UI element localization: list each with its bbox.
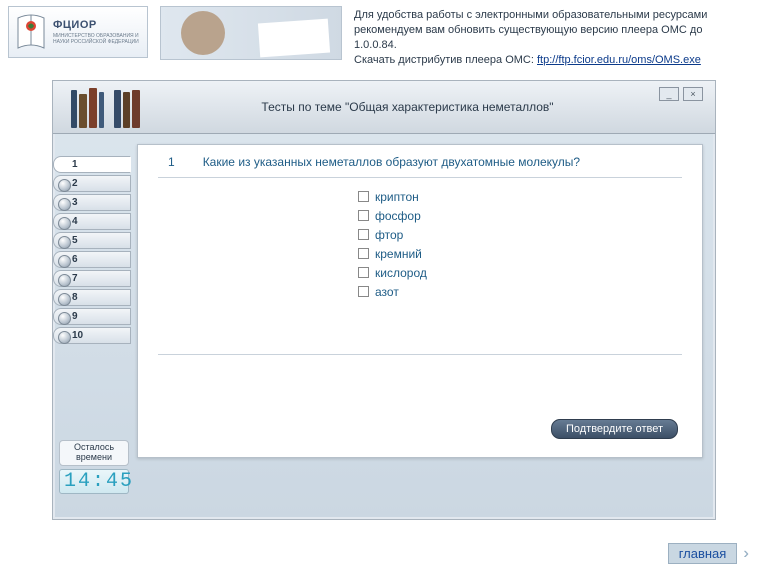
checkbox-icon[interactable] — [358, 191, 369, 202]
option-label: фосфор — [375, 209, 421, 223]
main-page-link[interactable]: главная ›› — [668, 543, 744, 564]
checkbox-icon[interactable] — [358, 286, 369, 297]
question-tab-10[interactable]: 10 — [53, 327, 131, 344]
tab-dot-icon — [58, 331, 71, 344]
main-link-label: главная — [668, 543, 738, 564]
timer-label: Осталось времени — [59, 440, 129, 466]
checkbox-icon[interactable] — [358, 248, 369, 259]
question-tab-1[interactable]: 1 — [53, 156, 131, 173]
minimize-icon[interactable]: _ — [659, 87, 679, 101]
question-tab-8[interactable]: 8 — [53, 289, 131, 306]
tab-dot-icon — [58, 255, 71, 268]
answer-options: криптон фосфор фтор кремний кислород азот — [358, 188, 702, 300]
question-tab-4[interactable]: 4 — [53, 213, 131, 230]
question-tab-5[interactable]: 5 — [53, 232, 131, 249]
book-icon — [15, 12, 47, 52]
close-icon[interactable]: × — [683, 87, 703, 101]
logo-acronym: ФЦИОР — [53, 20, 141, 31]
answer-option[interactable]: фтор — [358, 226, 702, 243]
answer-option[interactable]: кислород — [358, 264, 702, 281]
tab-dot-icon — [58, 198, 71, 211]
question-number: 1 — [168, 155, 175, 169]
question-tab-6[interactable]: 6 — [53, 251, 131, 268]
option-label: кремний — [375, 247, 422, 261]
download-link[interactable]: ftp://ftp.fcior.edu.ru/oms/OMS.exe — [537, 54, 701, 66]
confirm-answer-button[interactable]: Подтвердите ответ — [551, 419, 678, 439]
tab-dot-icon — [58, 217, 71, 230]
question-tabs: 1 2 3 4 5 6 7 8 9 10 — [53, 156, 131, 344]
notice-download-prefix: Скачать дистрибутив плеера ОМС: — [354, 54, 537, 66]
tab-dot-icon — [58, 236, 71, 249]
tab-dot-icon — [58, 179, 71, 192]
option-label: фтор — [375, 228, 403, 242]
question-tab-3[interactable]: 3 — [53, 194, 131, 211]
timer: Осталось времени 14:45 — [59, 440, 129, 494]
checkbox-icon[interactable] — [358, 229, 369, 240]
fcior-logo: ФЦИОР МИНИСТЕРСТВО ОБРАЗОВАНИЯ И НАУКИ Р… — [8, 6, 148, 58]
checkbox-icon[interactable] — [358, 210, 369, 221]
quiz-title: Тесты по теме "Общая характеристика неме… — [100, 100, 715, 114]
option-label: кислород — [375, 266, 427, 280]
question-text: Какие из указанных неметаллов образуют д… — [203, 155, 580, 169]
notice-text: Для удобства работы с электронными образ… — [354, 9, 707, 51]
chevron-right-icon: ›› — [743, 545, 744, 563]
header-thumbnail — [160, 6, 342, 60]
checkbox-icon[interactable] — [358, 267, 369, 278]
player-titlebar: Тесты по теме "Общая характеристика неме… — [53, 81, 715, 134]
answer-option[interactable]: азот — [358, 283, 702, 300]
update-notice: Для удобства работы с электронными образ… — [354, 8, 744, 67]
tab-dot-icon — [58, 312, 71, 325]
timer-value: 14:45 — [59, 469, 129, 494]
question-tab-2[interactable]: 2 — [53, 175, 131, 192]
question-panel: 1 Какие из указанных неметаллов образуют… — [137, 144, 703, 458]
option-label: азот — [375, 285, 399, 299]
quiz-player-window: Тесты по теме "Общая характеристика неме… — [52, 80, 716, 520]
question-tab-7[interactable]: 7 — [53, 270, 131, 287]
answer-option[interactable]: криптон — [358, 188, 702, 205]
answer-option[interactable]: фосфор — [358, 207, 702, 224]
tab-dot-icon — [58, 293, 71, 306]
question-tab-9[interactable]: 9 — [53, 308, 131, 325]
tab-dot-icon — [58, 274, 71, 287]
option-label: криптон — [375, 190, 419, 204]
answer-option[interactable]: кремний — [358, 245, 702, 262]
logo-subtitle: МИНИСТЕРСТВО ОБРАЗОВАНИЯ И НАУКИ РОССИЙС… — [53, 33, 141, 45]
